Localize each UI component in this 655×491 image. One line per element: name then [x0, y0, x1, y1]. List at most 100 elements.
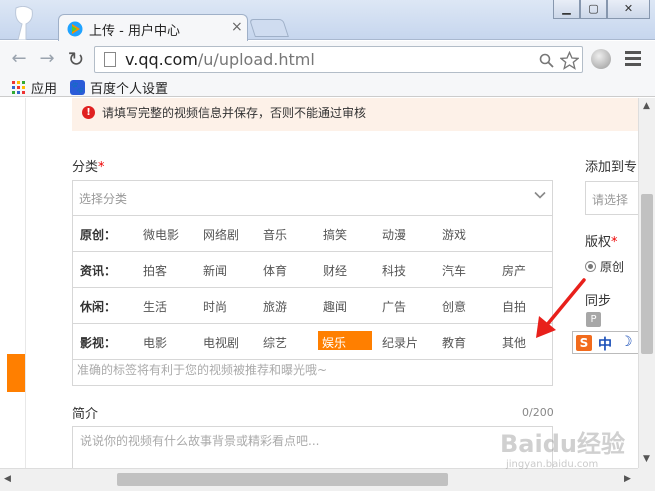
qzone-sync-icon[interactable]: P: [586, 312, 601, 327]
ime-mode-chinese[interactable]: 中: [598, 334, 612, 354]
category-item[interactable]: 创意: [442, 298, 466, 315]
bookmark-baidu-settings[interactable]: 🐾 百度个人设置: [70, 77, 168, 97]
category-item[interactable]: 生活: [143, 298, 167, 315]
back-button[interactable]: ←: [8, 49, 30, 69]
category-item[interactable]: 旅游: [263, 298, 287, 315]
category-row-head: 资讯：: [80, 264, 117, 278]
category-picker: 选择分类 原创： 微电影 网络剧 音乐 搞笑 动漫 游戏 资讯： 拍客 新闻 体…: [72, 180, 553, 386]
maximize-button[interactable]: ▢: [580, 0, 607, 19]
category-row-head: 休闲：: [80, 300, 117, 314]
url-text[interactable]: v.qq.com/u/upload.html: [125, 50, 315, 69]
scroll-left-arrow-icon[interactable]: ◀: [4, 474, 11, 484]
scroll-down-arrow-icon[interactable]: ▼: [643, 454, 650, 464]
tab-upload[interactable]: 上传 - 用户中心 ×: [58, 14, 248, 41]
scroll-up-arrow-icon[interactable]: ▲: [643, 101, 650, 111]
required-mark: *: [98, 160, 105, 175]
category-hint: 准确的标签将有利于您的视频被推荐和曝光哦~: [77, 363, 328, 377]
bookmark-apps[interactable]: 应用: [12, 77, 57, 97]
category-item[interactable]: 科技: [382, 262, 406, 279]
category-item[interactable]: 广告: [382, 298, 406, 315]
reload-button[interactable]: ↻: [65, 49, 87, 69]
category-item[interactable]: 动漫: [382, 226, 406, 243]
copyright-label-text: 版权: [585, 235, 612, 250]
page-viewport: ! 请填写完整的视频信息并保存，否则不能通过审核 分类* 选择分类 原创： 微电…: [0, 98, 638, 468]
category-row-head: 影视：: [80, 336, 117, 350]
browser-titlebar: 上传 - 用户中心 × ▁ ▢ ✕: [0, 0, 655, 41]
category-item[interactable]: 游戏: [442, 226, 466, 243]
category-item[interactable]: 微电影: [143, 226, 179, 243]
category-item[interactable]: 汽车: [442, 262, 466, 279]
forward-button[interactable]: →: [36, 49, 58, 69]
intro-char-count: 0/200: [522, 406, 554, 419]
apps-icon: [12, 80, 25, 94]
url-host: v.qq.com: [125, 50, 198, 69]
page-icon: [104, 52, 116, 67]
category-item[interactable]: 教育: [442, 334, 466, 351]
bookmarks-bar: 应用 🐾 百度个人设置: [0, 77, 655, 97]
category-item[interactable]: 房产: [502, 262, 526, 279]
tab-close-icon[interactable]: ×: [231, 19, 243, 35]
category-item[interactable]: 网络剧: [203, 226, 239, 243]
copyright-label: 版权*: [585, 231, 618, 250]
scrollbar-corner: [638, 468, 655, 491]
category-item[interactable]: 其他: [502, 334, 526, 351]
alert-text: 请填写完整的视频信息并保存，否则不能通过审核: [102, 106, 367, 120]
copyright-original-radio[interactable]: [585, 261, 596, 272]
url-path: /u/upload.html: [197, 50, 315, 69]
category-item[interactable]: 纪录片: [382, 334, 418, 351]
sync-label: 同步: [585, 294, 612, 309]
category-item[interactable]: 时尚: [203, 298, 227, 315]
menu-icon[interactable]: [625, 51, 641, 69]
category-item[interactable]: 综艺: [263, 334, 287, 351]
profile-avatar-icon[interactable]: [10, 6, 40, 40]
new-tab-button[interactable]: [249, 19, 289, 37]
intro-textarea[interactable]: 说说你的视频有什么故事背景或精彩看点吧...: [72, 426, 553, 468]
category-row-head: 原创：: [80, 228, 117, 242]
album-select[interactable]: 请选择: [585, 181, 638, 215]
search-icon[interactable]: [539, 53, 554, 68]
close-window-button[interactable]: ✕: [607, 0, 650, 19]
category-label: 分类*: [72, 156, 105, 175]
category-item[interactable]: 搞笑: [323, 226, 347, 243]
intro-label: 简介: [72, 407, 99, 422]
scroll-right-arrow-icon[interactable]: ▶: [624, 474, 631, 484]
chevron-down-icon[interactable]: [534, 189, 546, 201]
category-item[interactable]: 趣闻: [323, 298, 347, 315]
category-row-news: 资讯： 拍客 新闻 体育 财经 科技 汽车 房产: [73, 252, 552, 288]
window-controls: ▁ ▢ ✕: [553, 0, 650, 20]
right-column: 添加到专 请选择 版权* 原创 同步 P: [585, 98, 638, 468]
category-select[interactable]: 选择分类: [73, 181, 552, 216]
category-item[interactable]: 财经: [323, 262, 347, 279]
category-item[interactable]: 电视剧: [203, 334, 239, 351]
category-placeholder: 选择分类: [79, 192, 128, 206]
address-bar[interactable]: v.qq.com/u/upload.html: [94, 46, 583, 73]
moon-icon[interactable]: ☽: [620, 334, 633, 350]
alert-banner: ! 请填写完整的视频信息并保存，否则不能通过审核: [72, 98, 638, 131]
bookmark-label: 百度个人设置: [90, 81, 169, 97]
album-placeholder: 请选择: [592, 193, 629, 207]
browser-toolbar: ← → ↻ v.qq.com/u/upload.html: [0, 41, 655, 77]
category-item[interactable]: 自拍: [502, 298, 526, 315]
required-mark: *: [611, 235, 618, 250]
category-item[interactable]: 体育: [263, 262, 287, 279]
horizontal-scroll-thumb[interactable]: [117, 473, 448, 486]
vertical-scroll-thumb[interactable]: [641, 194, 653, 354]
horizontal-scrollbar[interactable]: ◀ ▶: [0, 468, 638, 491]
tencent-video-icon: [67, 21, 83, 37]
category-item[interactable]: 新闻: [203, 262, 227, 279]
minimize-button[interactable]: ▁: [553, 0, 580, 19]
left-accent-bar: [7, 354, 25, 392]
sogou-logo-icon: S: [576, 335, 592, 351]
star-icon[interactable]: [560, 51, 579, 70]
left-divider: [25, 98, 26, 468]
category-item-selected[interactable]: 娱乐: [318, 331, 372, 350]
category-item[interactable]: 电影: [143, 334, 167, 351]
bookmark-label: 应用: [31, 81, 58, 97]
category-row-original: 原创： 微电影 网络剧 音乐 搞笑 动漫 游戏: [73, 216, 552, 252]
category-row-leisure: 休闲： 生活 时尚 旅游 趣闻 广告 创意 自拍: [73, 288, 552, 324]
category-item[interactable]: 音乐: [263, 226, 287, 243]
extension-globe-icon[interactable]: [591, 49, 611, 69]
vertical-scrollbar[interactable]: ▲ ▼: [638, 98, 655, 468]
copyright-original-label: 原创: [600, 260, 625, 274]
category-item[interactable]: 拍客: [143, 262, 167, 279]
